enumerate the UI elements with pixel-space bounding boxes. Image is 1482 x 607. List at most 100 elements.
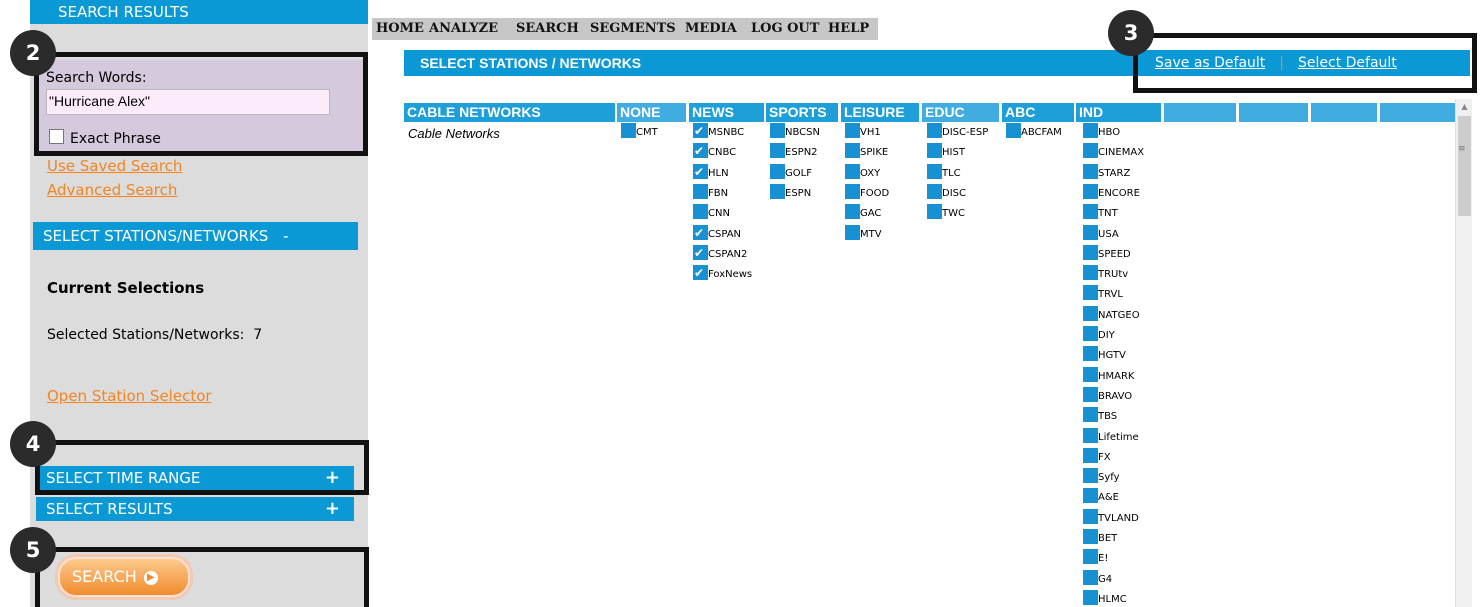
checkbox-icon[interactable]: [1083, 346, 1098, 362]
station-option[interactable]: CSPAN: [693, 223, 741, 245]
station-option[interactable]: ESPN: [770, 183, 811, 204]
checkbox-icon[interactable]: [1083, 549, 1098, 565]
checkbox-icon[interactable]: [927, 183, 942, 199]
station-option[interactable]: ABCFAM: [1006, 123, 1062, 143]
checkbox-icon[interactable]: [1083, 386, 1098, 402]
checkbox-icon[interactable]: [621, 123, 636, 138]
station-option[interactable]: GOLF: [770, 163, 812, 184]
checkbox-icon[interactable]: [1083, 244, 1098, 260]
station-option[interactable]: MSNBC: [693, 121, 744, 143]
checkbox-icon[interactable]: [1083, 447, 1098, 463]
station-option[interactable]: DIY: [1083, 326, 1115, 346]
station-option[interactable]: Syfy: [1083, 468, 1120, 488]
checkbox-icon[interactable]: [1083, 224, 1098, 240]
nav-home[interactable]: HOME: [376, 18, 424, 40]
station-option[interactable]: HMARK: [1083, 366, 1135, 387]
station-option[interactable]: VH1: [845, 123, 881, 143]
checkbox-icon[interactable]: [1083, 305, 1098, 321]
station-option[interactable]: DISC: [927, 183, 966, 204]
select-results-header[interactable]: SELECT RESULTS +: [36, 497, 354, 521]
station-option[interactable]: CINEMAX: [1083, 143, 1144, 163]
checkbox-icon[interactable]: [770, 143, 785, 159]
station-option[interactable]: A&E: [1083, 488, 1119, 508]
checkbox-icon[interactable]: [1083, 488, 1098, 504]
nav-segments[interactable]: SEGMENTS: [590, 18, 676, 40]
station-option[interactable]: TWC: [927, 204, 965, 224]
station-option[interactable]: BRAVO: [1083, 386, 1132, 407]
checkbox-icon[interactable]: [1083, 366, 1098, 382]
station-option[interactable]: TVLAND: [1083, 508, 1139, 529]
checkbox-icon[interactable]: [1083, 508, 1098, 524]
checkbox-icon[interactable]: [1083, 468, 1098, 484]
station-option[interactable]: HGTV: [1083, 346, 1126, 366]
vertical-scrollbar[interactable]: ▲ ≡: [1455, 99, 1472, 607]
station-option[interactable]: SPIKE: [845, 143, 888, 163]
checkbox-icon[interactable]: [770, 123, 785, 138]
station-option[interactable]: BET: [1083, 529, 1117, 549]
nav-logout[interactable]: LOG OUT: [751, 18, 819, 40]
nav-search[interactable]: SEARCH: [516, 18, 579, 40]
station-option[interactable]: DISC-ESP: [927, 123, 988, 143]
station-option[interactable]: NBCSN: [770, 123, 820, 143]
checkbox-icon[interactable]: [845, 224, 860, 240]
station-option[interactable]: SPEED: [1083, 244, 1131, 265]
checkbox-icon[interactable]: [1083, 123, 1098, 138]
station-option[interactable]: FOOD: [845, 183, 889, 204]
nav-analyze[interactable]: ANALYZE: [429, 18, 498, 40]
checkbox-icon[interactable]: [845, 204, 860, 220]
select-stations-header[interactable]: SELECT STATIONS/NETWORKS -: [33, 222, 358, 250]
station-option[interactable]: Lifetime: [1083, 427, 1139, 448]
station-option[interactable]: HIST: [927, 143, 965, 163]
station-option[interactable]: FBN: [693, 183, 728, 204]
nav-media[interactable]: MEDIA: [685, 18, 737, 40]
checkbox-icon[interactable]: [693, 183, 708, 199]
checkbox-icon[interactable]: [1083, 326, 1098, 341]
station-option[interactable]: G4: [1083, 569, 1112, 590]
checkbox-icon[interactable]: [1083, 143, 1098, 159]
checkbox-icon[interactable]: [845, 123, 860, 138]
station-option[interactable]: CNN: [693, 204, 730, 224]
collapse-icon[interactable]: -: [283, 227, 288, 245]
checkbox-icon[interactable]: [770, 183, 785, 199]
station-option[interactable]: TRUtv: [1083, 265, 1128, 285]
checkbox-icon[interactable]: [1083, 285, 1098, 301]
station-option[interactable]: TBS: [1083, 407, 1117, 427]
station-option[interactable]: NATGEO: [1083, 305, 1140, 326]
station-option[interactable]: ESPN2: [770, 143, 818, 163]
checkbox-icon[interactable]: [845, 183, 860, 199]
checkbox-icon[interactable]: [1083, 407, 1098, 423]
checkbox-icon[interactable]: [1083, 427, 1098, 443]
checked-checkbox-icon[interactable]: [693, 243, 708, 263]
checked-checkbox-icon[interactable]: [693, 162, 708, 182]
checkbox-icon[interactable]: [1083, 589, 1098, 605]
station-option[interactable]: HLN: [693, 162, 729, 184]
nav-help[interactable]: HELP: [828, 18, 869, 40]
station-option[interactable]: FoxNews: [693, 263, 752, 285]
checkbox-icon[interactable]: [927, 163, 942, 179]
station-option[interactable]: E!: [1083, 549, 1108, 569]
station-option[interactable]: OXY: [845, 163, 880, 184]
expand-icon[interactable]: +: [325, 497, 340, 521]
checkbox-icon[interactable]: [1083, 529, 1098, 544]
station-option[interactable]: GAC: [845, 204, 881, 224]
scroll-up-icon[interactable]: ▲: [1456, 99, 1473, 114]
checkbox-icon[interactable]: [845, 163, 860, 179]
open-station-selector-link[interactable]: Open Station Selector: [47, 387, 212, 405]
checkbox-icon[interactable]: [927, 143, 942, 159]
station-option[interactable]: MTV: [845, 224, 882, 245]
checkbox-icon[interactable]: [770, 163, 785, 179]
checkbox-icon[interactable]: [1083, 204, 1098, 220]
station-option[interactable]: STARZ: [1083, 163, 1130, 184]
checked-checkbox-icon[interactable]: [693, 121, 708, 141]
checkbox-icon[interactable]: [927, 123, 942, 138]
station-option[interactable]: TNT: [1083, 204, 1118, 224]
checkbox-icon[interactable]: [1083, 163, 1098, 179]
station-option[interactable]: CMT: [621, 123, 658, 143]
station-option[interactable]: TRVL: [1083, 285, 1123, 305]
station-option[interactable]: TLC: [927, 163, 961, 184]
use-saved-search-link[interactable]: Use Saved Search: [47, 157, 182, 175]
station-option[interactable]: USA: [1083, 224, 1119, 245]
checkbox-icon[interactable]: [1006, 123, 1021, 138]
advanced-search-link[interactable]: Advanced Search: [47, 181, 177, 199]
checkbox-icon[interactable]: [927, 204, 942, 220]
